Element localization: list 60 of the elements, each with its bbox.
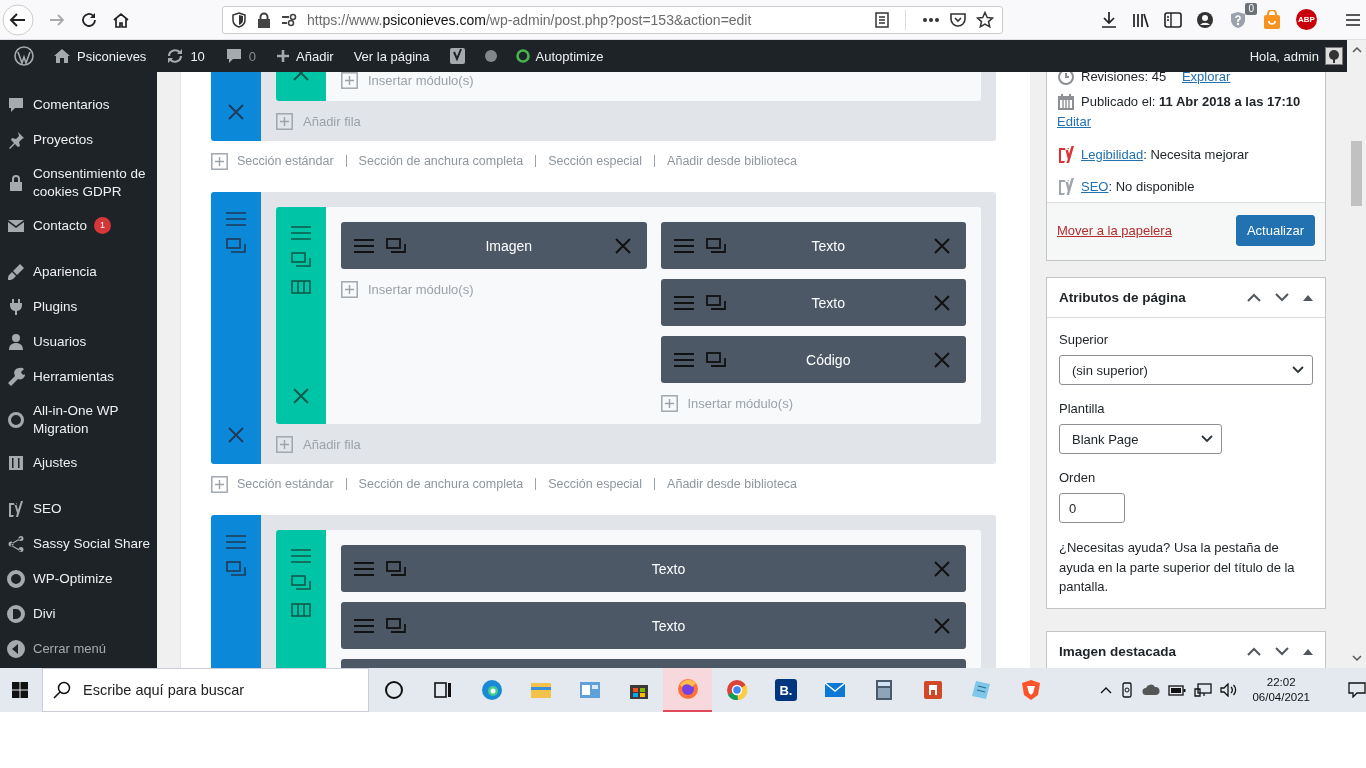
edit-date-link[interactable]: Editar bbox=[1057, 112, 1091, 132]
module-label: Texto bbox=[650, 560, 687, 577]
view-page-link[interactable]: Ver la página bbox=[343, 48, 440, 64]
count-badge: 1 bbox=[94, 217, 112, 235]
sidebar-item[interactable]: Plugins bbox=[0, 289, 157, 324]
clock[interactable]: 22:02 06/04/2021 bbox=[1252, 675, 1310, 705]
collapse-menu-button[interactable]: Cerrar menú bbox=[0, 631, 157, 666]
template-select[interactable]: Blank Page bbox=[1059, 424, 1222, 454]
sidebar-item[interactable]: Sassy Social Share bbox=[0, 526, 157, 561]
score-text: : No disponible bbox=[1108, 178, 1195, 196]
module-bar[interactable]: Texto bbox=[341, 602, 966, 649]
module-bar[interactable]: Texto bbox=[341, 545, 966, 592]
sidebar-item[interactable]: Ajustes bbox=[0, 445, 157, 480]
sidebar-item[interactable]: Herramientas bbox=[0, 359, 157, 394]
box-title: Atributos de página bbox=[1059, 290, 1187, 305]
module-bar[interactable]: Texto bbox=[660, 222, 966, 269]
module-label: Imagen bbox=[484, 237, 534, 254]
module-bar[interactable]: Código bbox=[660, 336, 966, 383]
module-label: Texto bbox=[810, 237, 846, 254]
sidebar-item[interactable]: All-in-One WP Migration bbox=[0, 394, 157, 445]
box-title: Imagen destacada bbox=[1059, 643, 1178, 659]
sidebar-item[interactable]: Consentimiento de cookies GDPR bbox=[0, 157, 157, 208]
autoptimize-link[interactable]: Autoptimize bbox=[505, 48, 614, 64]
field-label: Orden bbox=[1059, 469, 1097, 487]
sidebar-item[interactable]: SEO bbox=[0, 491, 157, 526]
notification-badge: 0 bbox=[1245, 2, 1257, 15]
field-label: Plantilla bbox=[1059, 400, 1106, 418]
adblock-button[interactable]: ABP bbox=[1296, 9, 1317, 30]
parent-select[interactable]: (sin superior) bbox=[1059, 355, 1313, 385]
site-link[interactable]: Psiconieves bbox=[43, 47, 157, 65]
sidebar-item[interactable]: WP-Optimize bbox=[0, 561, 157, 596]
trash-link[interactable]: Mover a la papelera bbox=[1057, 223, 1172, 238]
module-bar[interactable]: Imagen bbox=[341, 222, 647, 269]
revisions-text: Revisiones: 45 bbox=[1081, 72, 1167, 86]
sidebar-item[interactable]: Usuarios bbox=[0, 324, 157, 359]
module-bar[interactable]: Texto bbox=[660, 279, 966, 326]
module-label: Texto bbox=[810, 294, 846, 311]
sidebar-item[interactable]: Comentarios bbox=[0, 87, 157, 122]
url-text[interactable]: https://www.psiconieves.com/wp-admin/post.php?post=153&action=edit bbox=[307, 11, 752, 28]
module-label: Código bbox=[805, 351, 852, 368]
comments-link[interactable]: 0 bbox=[214, 47, 267, 65]
field-label: Superior bbox=[1059, 331, 1110, 349]
browse-link[interactable]: Explorar bbox=[1181, 72, 1231, 87]
updates-link[interactable]: 10 bbox=[156, 47, 215, 65]
search-field[interactable]: Escribe aquí para buscar bbox=[42, 668, 370, 712]
published-date-text: Publicado el: 11 Abr 2018 a las 17:10 bbox=[1081, 93, 1301, 111]
sidebar-item[interactable]: Divi bbox=[0, 596, 157, 631]
account-link[interactable]: Hola, admin bbox=[1239, 47, 1347, 65]
update-button[interactable]: Actualizar bbox=[1235, 215, 1315, 246]
sidebar-item[interactable]: Contacto 1 bbox=[0, 208, 157, 243]
order-input[interactable]: 0 bbox=[1059, 493, 1125, 523]
module-label: Texto bbox=[650, 617, 687, 634]
sidebar-item[interactable]: Proyectos bbox=[0, 122, 157, 157]
help-text: ¿Necesitas ayuda? Usa la pestaña de ayuda en la parte superior del título de la pantalla. bbox=[1059, 539, 1296, 596]
taskbar-button[interactable]: B. bbox=[761, 668, 811, 712]
new-link[interactable]: Añadir bbox=[266, 48, 344, 64]
score-text: : Necesita mejorar bbox=[1143, 146, 1249, 164]
sidebar-item[interactable]: Apariencia bbox=[0, 254, 157, 289]
address-bar[interactable]: https://www.psiconieves.com/wp-admin/post.php?post=153&action=edit bbox=[222, 5, 1003, 34]
app-logo: B. bbox=[774, 679, 797, 701]
